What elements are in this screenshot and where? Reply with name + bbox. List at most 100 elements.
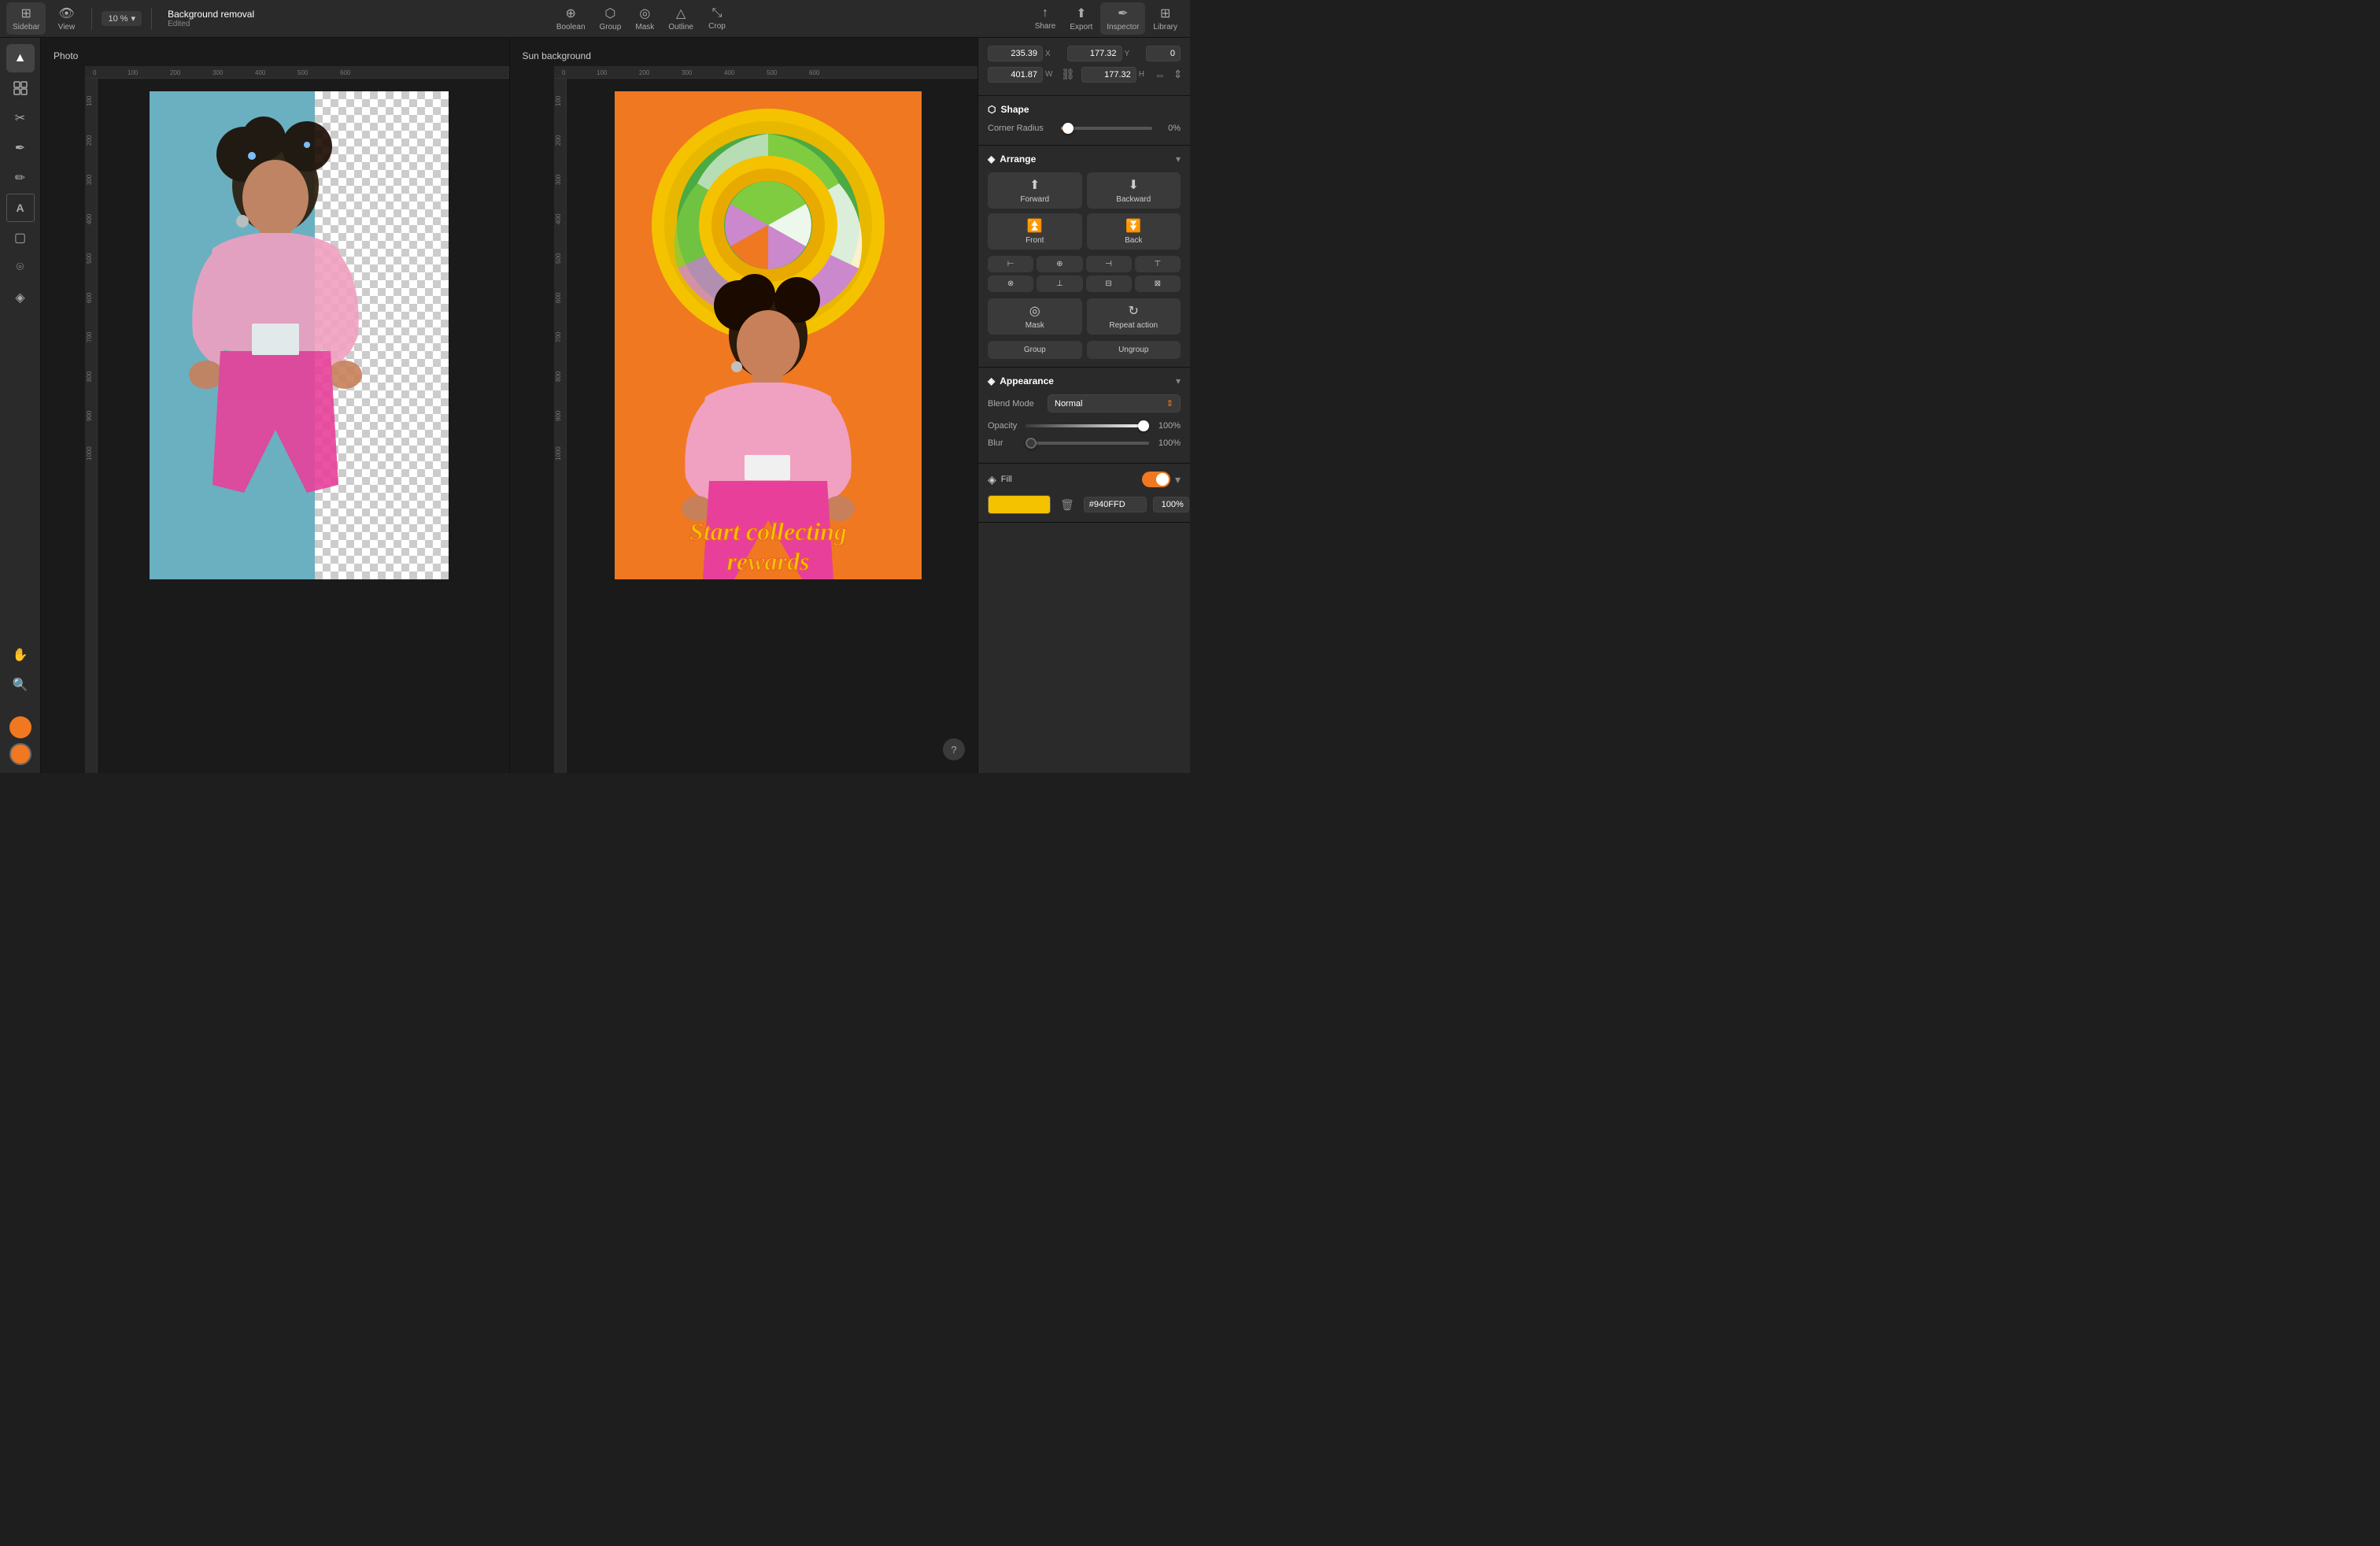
blend-mode-select[interactable]: Normal ⇕ (1048, 394, 1181, 412)
photo-content[interactable] (98, 91, 501, 765)
pencil-tool[interactable]: ✏ (6, 164, 35, 192)
select-tool[interactable]: ▲ (6, 44, 35, 72)
opacity-slider[interactable] (1026, 420, 1149, 431)
y-input[interactable] (1067, 46, 1122, 61)
fill-opacity-input[interactable] (1153, 497, 1189, 512)
svg-text:500: 500 (86, 253, 93, 264)
h-input[interactable] (1081, 67, 1136, 83)
document-title-area: Background removal Edited (168, 9, 254, 28)
blur-row: Blur 100% (988, 438, 1181, 449)
svg-text:100: 100 (555, 95, 562, 106)
corner-radius-slider[interactable] (1061, 123, 1152, 134)
x-input[interactable] (988, 46, 1043, 61)
mask-button[interactable]: ◎ Mask (629, 2, 660, 35)
photo-canvas[interactable] (150, 91, 449, 579)
fill-expand[interactable]: ▾ (1175, 473, 1181, 486)
export-button[interactable]: ⬆ Export (1063, 2, 1099, 35)
align-top-button[interactable]: ⊤ (1135, 256, 1181, 272)
toolbar-left: ⊞ Sidebar 👁 View 10 % ▾ Background remov… (6, 2, 254, 35)
arrange-header[interactable]: ◈ Arrange ▾ (988, 153, 1181, 165)
zoom-tool[interactable]: 🔍 (6, 671, 35, 699)
group-button[interactable]: ⬡ Group (593, 2, 628, 35)
help-button[interactable]: ? (943, 738, 965, 760)
svg-text:Start collecting: Start collecting (689, 517, 847, 546)
align-center-v-button[interactable]: ⊗ (988, 276, 1033, 292)
corner-radius-row: Corner Radius 0% (988, 123, 1181, 134)
forward-button[interactable]: ⬆ Forward (988, 172, 1082, 209)
distribute-v-button[interactable]: ⊠ (1135, 276, 1181, 292)
blur-slider[interactable] (1026, 438, 1149, 449)
sun-canvas[interactable]: Start collecting rewards (615, 91, 922, 579)
w-input[interactable] (988, 67, 1043, 83)
align-bottom-button[interactable]: ⊥ (1037, 276, 1082, 292)
fill-color-swatch[interactable] (988, 495, 1051, 514)
link-icon[interactable]: ⛓ (1058, 66, 1078, 83)
canvas-panel-photo[interactable]: Photo 0 100 200 300 400 500 600 10 (41, 38, 510, 773)
boolean-button[interactable]: ⊕ Boolean (550, 2, 592, 35)
sun-content[interactable]: Start collecting rewards (567, 91, 970, 765)
mask-btn-icon: ◎ (1029, 303, 1040, 319)
fill-title: Fill (1001, 475, 1012, 484)
backward-icon: ⬇ (1129, 177, 1139, 193)
ruler-v-2: 100 200 300 400 500 600 700 800 900 1000 (554, 79, 567, 773)
fill-toggle[interactable] (1142, 472, 1170, 487)
appearance-chevron: ▾ (1176, 375, 1181, 386)
blur-label: Blur (988, 438, 1019, 448)
sidebar-button[interactable]: ⊞ Sidebar (6, 2, 46, 35)
svg-text:600: 600 (555, 292, 562, 303)
mask-button[interactable]: ◎ Mask (988, 298, 1082, 335)
canvas-panel-sun[interactable]: Sun background 0 100 200 300 400 500 600 (510, 38, 978, 773)
align-right-button[interactable]: ⊣ (1086, 256, 1132, 272)
canvas-area: Photo 0 100 200 300 400 500 600 10 (41, 38, 978, 773)
outline-button[interactable]: △ Outline (662, 2, 700, 35)
front-button[interactable]: ⏫ Front (988, 213, 1082, 250)
library-button[interactable]: ⊞ Library (1147, 2, 1184, 35)
ungroup-button[interactable]: Ungroup (1087, 341, 1181, 359)
x-label: X (1045, 50, 1055, 58)
appearance-title: Appearance (1000, 375, 1054, 386)
align-left-button[interactable]: ⊢ (988, 256, 1033, 272)
fill-hex-input[interactable] (1084, 497, 1147, 512)
color-swatch-1[interactable] (9, 716, 31, 738)
pen-tool[interactable]: ✒ (6, 134, 35, 162)
shape-header[interactable]: ⬡ Shape (988, 104, 1181, 115)
fill-delete-icon[interactable]: 🗑 (1057, 497, 1077, 513)
repeat-action-button[interactable]: ↻ Repeat action (1087, 298, 1181, 335)
y-label: Y (1125, 50, 1134, 58)
distribute-h-button[interactable]: ⊟ (1086, 276, 1132, 292)
share-button[interactable]: ↑ Share (1029, 3, 1062, 34)
transform-row-1: X Y (988, 46, 1181, 61)
flip-v-icon[interactable]: ⇕ (1170, 66, 1186, 83)
group-arrange-button[interactable]: Group (988, 341, 1082, 359)
multi-select-tool[interactable] (6, 74, 35, 102)
zoom-indicator[interactable]: 10 % ▾ (102, 11, 142, 26)
appearance-header[interactable]: ◈ Appearance ▾ (988, 375, 1181, 386)
chevron-down-icon: ▾ (131, 13, 136, 24)
panel1-label: Photo (54, 50, 78, 61)
view-button[interactable]: 👁 View (50, 2, 82, 35)
lasso-tool[interactable]: ⌾ (6, 253, 35, 282)
blend-mode-row: Blend Mode Normal ⇕ (988, 394, 1181, 412)
color-swatch-2[interactable] (9, 743, 31, 765)
r-input[interactable] (1146, 46, 1181, 61)
scissors-tool[interactable]: ✂ (6, 104, 35, 132)
align-center-h-button[interactable]: ⊕ (1037, 256, 1082, 272)
eraser-tool[interactable]: ◈ (6, 283, 35, 312)
ruler-h-2: 0 100 200 300 400 500 600 (554, 66, 978, 79)
rect-tool[interactable]: ▢ (6, 224, 35, 252)
back-button[interactable]: ⏬ Back (1087, 213, 1181, 250)
inspector-button[interactable]: ✒ Inspector (1100, 2, 1145, 35)
back-icon: ⏬ (1125, 218, 1141, 234)
svg-text:400: 400 (724, 69, 735, 76)
repeat-action-icon: ↻ (1129, 303, 1139, 319)
svg-text:700: 700 (86, 331, 93, 342)
text-tool[interactable]: A (6, 194, 35, 222)
hand-tool[interactable]: ✋ (6, 641, 35, 669)
arrange-section: ◈ Arrange ▾ ⬆ Forward ⬇ Backward ⏫ Front (978, 146, 1190, 368)
crop-button[interactable]: ⤡ Crop (701, 3, 733, 34)
h-label: H (1139, 70, 1148, 79)
flip-h-icon[interactable]: ⇔ (1151, 67, 1169, 83)
mask-repeat-grid: ◎ Mask ↻ Repeat action (988, 298, 1181, 335)
svg-text:100: 100 (86, 95, 93, 106)
backward-button[interactable]: ⬇ Backward (1087, 172, 1181, 209)
